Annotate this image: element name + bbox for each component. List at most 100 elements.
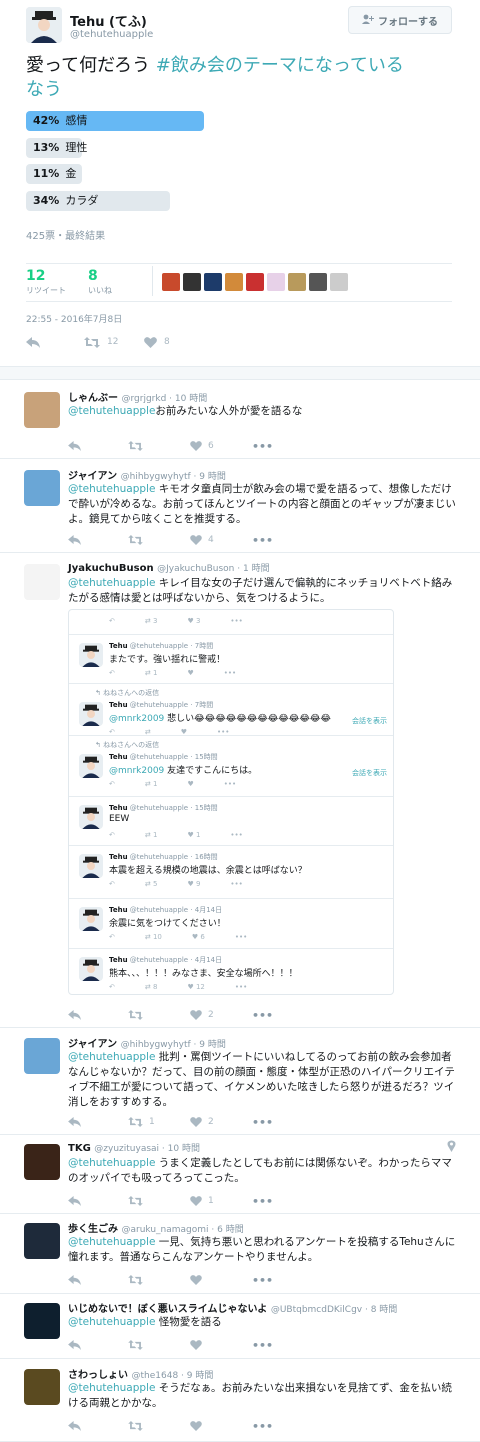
- retweet-icon[interactable]: ⇄ 1: [145, 831, 158, 839]
- heart-icon[interactable]: 1: [190, 1196, 252, 1206]
- more-icon[interactable]: •••: [252, 1339, 273, 1352]
- retweet-icon[interactable]: [128, 1010, 190, 1020]
- more-icon[interactable]: •••: [252, 534, 273, 547]
- reply-handle[interactable]: @the1648: [132, 1371, 179, 1381]
- reply-time[interactable]: 9 時間: [199, 1040, 226, 1050]
- embedded-name[interactable]: Tehu: [109, 642, 128, 650]
- hashtag-link[interactable]: #飲み会のテーマになっている: [156, 55, 404, 76]
- reply-name[interactable]: JyakuchuBuson: [68, 563, 154, 574]
- reply-time[interactable]: 9 時間: [199, 472, 226, 482]
- reply-mention[interactable]: @tehutehuapple: [68, 1051, 155, 1063]
- reply-avatar[interactable]: [24, 392, 60, 428]
- more-icon[interactable]: •••: [252, 1116, 273, 1129]
- embedded-avatar[interactable]: [79, 854, 103, 878]
- author-avatar[interactable]: [26, 7, 62, 43]
- retweet-icon[interactable]: [128, 1421, 190, 1431]
- liker-avatar[interactable]: [267, 273, 285, 291]
- embedded-handle[interactable]: @tehutehuapple: [130, 642, 188, 650]
- liker-avatar[interactable]: [162, 273, 180, 291]
- embedded-time[interactable]: 7時間: [195, 642, 213, 650]
- reply-name[interactable]: いじめないで！ぼく悪いスライムじゃないよ: [68, 1304, 267, 1315]
- reply-avatar[interactable]: [24, 1369, 60, 1405]
- embedded-time[interactable]: 15時間: [195, 804, 218, 812]
- reply-icon[interactable]: [68, 441, 128, 451]
- embedded-tweet[interactable]: ↰ ねねさんへの返信 Tehu @tehutehuapple · 7時間 @mnrk…: [69, 683, 393, 736]
- reply-avatar[interactable]: [24, 1223, 60, 1259]
- reply-name[interactable]: しゃんぶー: [68, 393, 118, 404]
- embedded-tweet[interactable]: Tehu @tehutehuapple · 7時間 またです。強い揺れに警戒！ ↶ ⇄…: [69, 634, 393, 683]
- more-icon[interactable]: •••: [224, 780, 236, 788]
- liker-avatar[interactable]: [246, 273, 264, 291]
- reply-mention[interactable]: @tehutehuapple: [68, 405, 155, 417]
- embedded-tweet[interactable]: Tehu @tehutehuapple · 15時間 EEW ↶ ⇄ 1 ♥ 1 •••: [69, 796, 393, 845]
- reply-time[interactable]: 6 時間: [217, 1225, 244, 1235]
- heart-icon[interactable]: [190, 1275, 252, 1285]
- embedded-tweet[interactable]: Tehu @tehutehuapple · 16時間 本震を超える規模の地震は、余…: [69, 845, 393, 898]
- retweet-icon[interactable]: [128, 441, 190, 451]
- heart-icon[interactable]: ♥ 1: [187, 831, 200, 839]
- reply-icon[interactable]: [68, 1196, 128, 1206]
- reply-time[interactable]: 8 時間: [371, 1305, 398, 1315]
- embedded-name[interactable]: Tehu: [109, 956, 128, 964]
- liker-avatar[interactable]: [225, 273, 243, 291]
- retweet-icon[interactable]: [128, 1275, 190, 1285]
- embedded-mention[interactable]: @mnrk2009: [109, 714, 164, 724]
- more-icon[interactable]: •••: [252, 1274, 273, 1287]
- reply-handle[interactable]: @rgrjgrkd: [122, 394, 167, 404]
- reply-name[interactable]: 歩く生ごみ: [68, 1224, 118, 1235]
- reply-icon[interactable]: [68, 1421, 128, 1431]
- reply-handle[interactable]: @hihbygwyhytf: [121, 1040, 191, 1050]
- reply-icon[interactable]: [68, 535, 128, 545]
- embedded-handle[interactable]: @tehutehuapple: [130, 853, 188, 861]
- reply-handle[interactable]: @hihbygwyhytf: [121, 472, 191, 482]
- embedded-time[interactable]: 16時間: [195, 853, 218, 861]
- reply-mention[interactable]: @tehutehuapple: [68, 1157, 155, 1169]
- reply-name[interactable]: TKG: [68, 1143, 91, 1154]
- embedded-time[interactable]: 7時間: [195, 701, 213, 709]
- heart-icon[interactable]: ♥ 12: [187, 983, 204, 991]
- retweet-icon[interactable]: ⇄ 10: [145, 933, 162, 941]
- embedded-mention[interactable]: @mnrk2009: [109, 766, 164, 776]
- embedded-time[interactable]: 15時間: [195, 753, 218, 761]
- more-icon[interactable]: •••: [230, 831, 242, 839]
- reply-handle[interactable]: @JyakuchuBuson: [157, 564, 234, 574]
- retweet-icon[interactable]: ⇄ 5: [145, 880, 158, 888]
- reply-avatar[interactable]: [24, 1303, 60, 1339]
- reply-avatar[interactable]: [24, 1038, 60, 1074]
- heart-icon[interactable]: [190, 1340, 252, 1350]
- embedded-handle[interactable]: @tehutehuapple: [130, 906, 188, 914]
- retweet-count[interactable]: 12: [26, 268, 45, 284]
- retweet-button[interactable]: 12: [84, 336, 144, 348]
- heart-icon[interactable]: ♥ 9: [187, 880, 200, 888]
- heart-icon[interactable]: ♥: [187, 780, 193, 788]
- reply-time[interactable]: 9 時間: [187, 1371, 214, 1381]
- heart-icon[interactable]: [190, 1421, 252, 1431]
- retweet-icon[interactable]: ⇄ 1: [145, 780, 158, 788]
- reply-icon[interactable]: [68, 1275, 128, 1285]
- heart-icon[interactable]: 6: [190, 441, 252, 451]
- embedded-time[interactable]: 4月14日: [195, 906, 222, 914]
- heart-icon[interactable]: ♥: [187, 669, 193, 677]
- reply-mention[interactable]: @tehutehuapple: [68, 483, 155, 495]
- liker-avatar[interactable]: [330, 273, 348, 291]
- heart-icon[interactable]: 2: [190, 1117, 252, 1127]
- more-icon[interactable]: •••: [224, 669, 236, 677]
- reply-name[interactable]: さわっしょい: [68, 1370, 128, 1381]
- heart-icon[interactable]: ♥ 6: [192, 933, 205, 941]
- like-button[interactable]: 8: [144, 336, 204, 348]
- embedded-time[interactable]: 4月14日: [195, 956, 222, 964]
- more-icon[interactable]: •••: [235, 983, 247, 991]
- reply-icon[interactable]: ↶: [109, 780, 115, 788]
- liker-avatars-row[interactable]: [162, 273, 348, 291]
- more-icon[interactable]: •••: [252, 440, 273, 453]
- reply-name[interactable]: ジャイアン: [68, 471, 117, 482]
- like-count[interactable]: 8: [88, 268, 98, 284]
- embedded-tweet[interactable]: Tehu @tehutehuapple · 4月14日 余震に気をつけてください！…: [69, 898, 393, 948]
- reply-mention[interactable]: @tehutehuapple: [68, 1236, 155, 1248]
- embedded-handle[interactable]: @tehutehuapple: [130, 753, 188, 761]
- liker-avatar[interactable]: [183, 273, 201, 291]
- embedded-avatar[interactable]: [79, 702, 103, 726]
- embedded-handle[interactable]: @tehutehuapple: [130, 956, 188, 964]
- heart-icon[interactable]: 4: [190, 535, 252, 545]
- hashtag-link-cont[interactable]: なう: [26, 79, 62, 100]
